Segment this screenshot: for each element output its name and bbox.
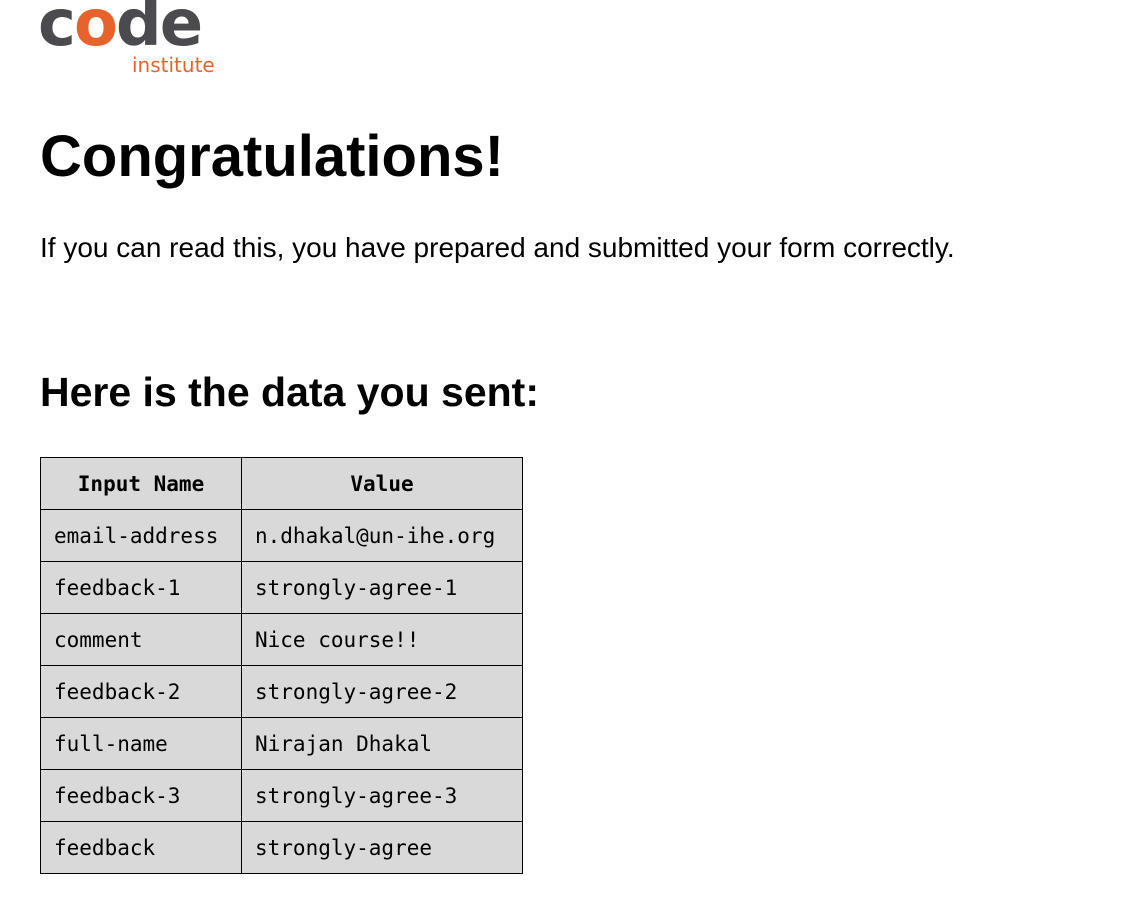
cell-input-name: email-address: [40, 509, 242, 562]
cell-input-name: feedback: [40, 821, 242, 874]
logo-wordmark-institute: institute: [132, 53, 215, 77]
cell-value: strongly-agree-1: [241, 561, 523, 614]
table-row: feedback-3 strongly-agree-3: [40, 769, 523, 822]
logo-letters-de: de: [115, 0, 203, 61]
cell-input-name: full-name: [40, 717, 242, 770]
table-row: full-name Nirajan Dhakal: [40, 717, 523, 770]
cell-value: Nice course!!: [241, 613, 523, 666]
cell-value: n.dhakal@un-ihe.org: [241, 509, 523, 562]
cell-value: strongly-agree: [241, 821, 523, 874]
code-institute-logo: code institute: [38, 0, 238, 82]
logo-letter-c: c: [38, 0, 76, 61]
table-header-row: Input Name Value: [40, 457, 523, 510]
cell-input-name: comment: [40, 613, 242, 666]
logo-letter-o: o: [73, 0, 118, 61]
cell-input-name: feedback-1: [40, 561, 242, 614]
column-header-value: Value: [241, 457, 523, 510]
cell-value: strongly-agree-2: [241, 665, 523, 718]
cell-value: strongly-agree-3: [241, 769, 523, 822]
logo-wordmark-code: code: [38, 0, 203, 56]
table-row: feedback-1 strongly-agree-1: [40, 561, 523, 614]
cell-value: Nirajan Dhakal: [241, 717, 523, 770]
cell-input-name: feedback-3: [40, 769, 242, 822]
cell-input-name: feedback-2: [40, 665, 242, 718]
success-message: If you can read this, you have prepared …: [40, 232, 955, 263]
column-header-input-name: Input Name: [40, 457, 242, 510]
submitted-data-table: Input Name Value email-address n.dhakal@…: [40, 457, 523, 874]
data-heading: Here is the data you sent:: [40, 369, 539, 415]
table-row: email-address n.dhakal@un-ihe.org: [40, 509, 523, 562]
page-title: Congratulations!: [40, 124, 504, 189]
table-row: feedback strongly-agree: [40, 821, 523, 874]
table-row: comment Nice course!!: [40, 613, 523, 666]
table-row: feedback-2 strongly-agree-2: [40, 665, 523, 718]
